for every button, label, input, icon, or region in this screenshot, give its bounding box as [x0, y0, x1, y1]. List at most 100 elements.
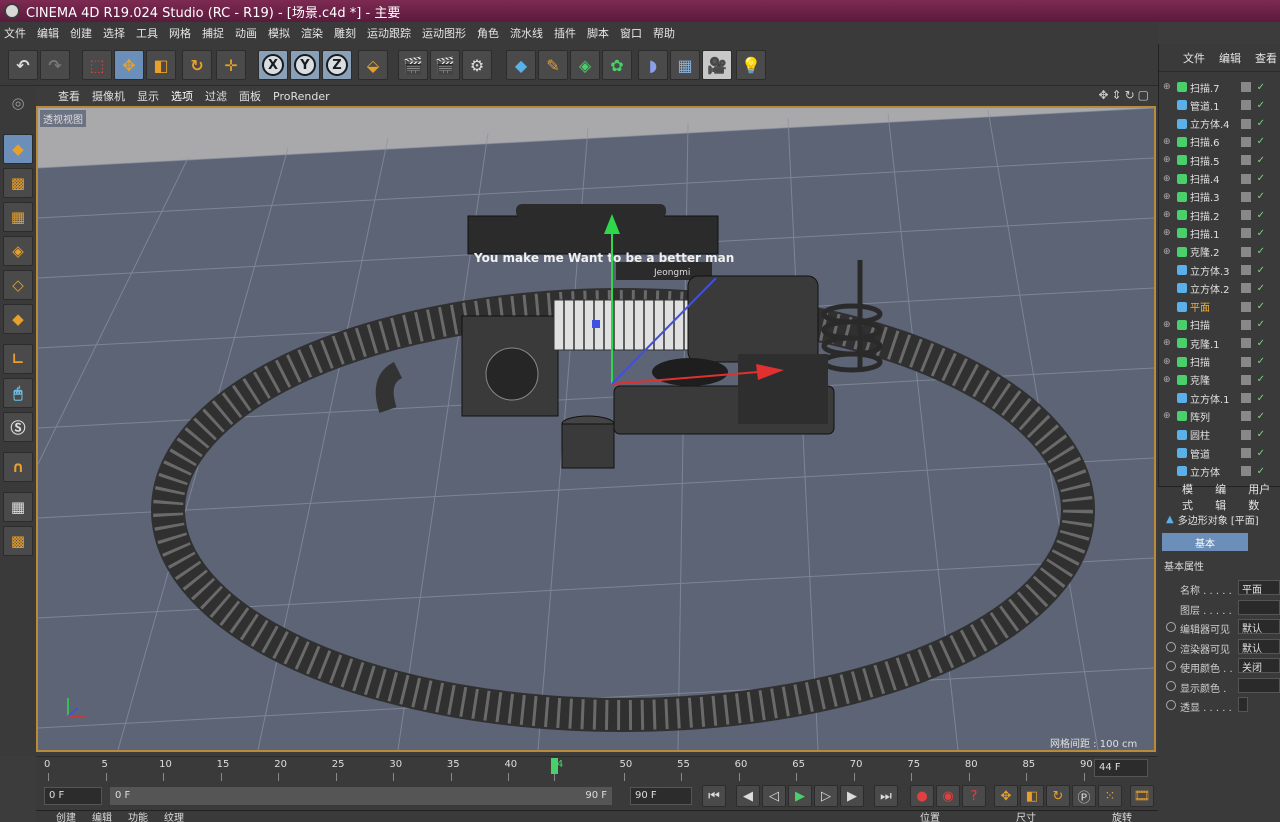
solo-mode-icon[interactable]: Ⓢ [3, 412, 33, 442]
layer-tag-icon[interactable] [1241, 466, 1251, 477]
current-frame-field[interactable]: 44 F [1094, 759, 1148, 777]
floor-icon[interactable]: ▦ [670, 50, 700, 80]
menu-edit[interactable]: 编辑 [37, 25, 59, 41]
enabled-check-icon[interactable]: ✓ [1257, 118, 1265, 129]
object-row-pipe[interactable]: 管道 ✓ [1159, 444, 1280, 462]
enabled-check-icon[interactable]: ✓ [1257, 265, 1265, 276]
enabled-check-icon[interactable]: ✓ [1257, 448, 1265, 459]
object-row-cube[interactable]: 立方体.1 ✓ [1159, 389, 1280, 407]
camera-icon[interactable]: 🎥 [702, 50, 732, 80]
animate-radio-icon[interactable] [1166, 661, 1176, 671]
live-selection-icon[interactable]: ⬚ [82, 50, 112, 80]
object-row-sweep[interactable]: ⊕ 扫描.3 ✓ [1159, 188, 1280, 206]
enabled-check-icon[interactable]: ✓ [1257, 356, 1265, 367]
layer-tag-icon[interactable] [1241, 191, 1251, 202]
layer-tag-icon[interactable] [1241, 118, 1251, 129]
viewport-menu-view[interactable]: 查看 [58, 88, 80, 104]
enabled-check-icon[interactable]: ✓ [1257, 374, 1265, 385]
y-axis-lock-button[interactable]: Y [290, 50, 320, 80]
undo-icon[interactable]: ↶ [8, 50, 38, 80]
subdivision-surface-icon[interactable]: ◈ [570, 50, 600, 80]
menu-create[interactable]: 创建 [70, 25, 92, 41]
layer-tag-icon[interactable] [1241, 228, 1251, 239]
keyframe-selection-icon[interactable]: ? [962, 785, 986, 807]
viewport-navigation-icons[interactable]: ✥⇕↻▢ [1098, 88, 1152, 102]
make-editable-icon[interactable]: ◆ [3, 134, 33, 164]
layer-tag-icon[interactable] [1241, 374, 1251, 385]
layer-tag-icon[interactable] [1241, 338, 1251, 349]
record-active-objects-icon[interactable]: ● [910, 785, 934, 807]
go-to-end-icon[interactable]: ⏭ [874, 785, 898, 807]
edges-mode-icon[interactable]: ◇ [3, 270, 33, 300]
menu-snap[interactable]: 捕捉 [202, 25, 224, 41]
menu-character[interactable]: 角色 [477, 25, 499, 41]
expand-toggle-icon[interactable]: ⊕ [1163, 320, 1173, 330]
attribute-value-field[interactable]: 默认 [1238, 638, 1280, 655]
object-row-sweep[interactable]: ⊕ 扫描 ✓ [1159, 316, 1280, 334]
object-row-array[interactable]: ⊕ 阵列 ✓ [1159, 407, 1280, 425]
perspective-viewport[interactable]: You make me Want to be a better man Jeon… [36, 106, 1156, 752]
layer-tag-icon[interactable] [1241, 173, 1251, 184]
next-frame-icon[interactable]: ▷ [814, 785, 838, 807]
attribute-value-field[interactable]: 平面 [1238, 580, 1280, 596]
texture-mode-icon[interactable]: ▩ [3, 168, 33, 198]
animate-radio-icon[interactable] [1166, 622, 1176, 632]
record-position-icon[interactable]: ✥ [994, 785, 1018, 807]
viewport-menu-cameras[interactable]: 摄像机 [92, 88, 125, 104]
object-row-cloner[interactable]: ⊕ 克隆.1 ✓ [1159, 334, 1280, 352]
workplane-lock-icon[interactable]: ▦ [3, 492, 33, 522]
om-tab-edit[interactable]: 编辑 [1219, 50, 1241, 66]
coordinate-system-icon[interactable]: ⬙ [358, 50, 388, 80]
menu-select[interactable]: 选择 [103, 25, 125, 41]
menu-sculpt[interactable]: 雕刻 [334, 25, 356, 41]
layer-tag-icon[interactable] [1241, 82, 1251, 92]
am-tab-userdata[interactable]: 用户数 [1248, 481, 1280, 513]
object-row-sweep[interactable]: ⊕ 扫描.5 ✓ [1159, 151, 1280, 169]
expand-toggle-icon[interactable]: ⊕ [1163, 247, 1173, 257]
enabled-check-icon[interactable]: ✓ [1257, 100, 1265, 111]
expand-toggle-icon[interactable]: ⊕ [1163, 357, 1173, 367]
workplane-icon[interactable]: ▦ [3, 202, 33, 232]
layer-tag-icon[interactable] [1241, 301, 1251, 312]
om-tab-file[interactable]: 文件 [1183, 50, 1205, 66]
enabled-check-icon[interactable]: ✓ [1257, 210, 1265, 221]
om-tab-view[interactable]: 查看 [1255, 50, 1277, 66]
enabled-check-icon[interactable]: ✓ [1257, 429, 1265, 440]
menu-mograph[interactable]: 运动图形 [422, 25, 466, 41]
autokeying-icon[interactable]: ◉ [936, 785, 960, 807]
next-key-icon[interactable]: ▶ [840, 785, 864, 807]
enabled-check-icon[interactable]: ✓ [1257, 228, 1265, 239]
layer-tag-icon[interactable] [1241, 155, 1251, 166]
current-frame-marker[interactable] [551, 758, 559, 774]
previous-key-icon[interactable]: ◀ [736, 785, 760, 807]
enabled-check-icon[interactable]: ✓ [1257, 319, 1265, 330]
move-icon[interactable]: ✥ [114, 50, 144, 80]
cube-primitive-icon[interactable]: ◆ [506, 50, 536, 80]
enabled-check-icon[interactable]: ✓ [1257, 411, 1265, 422]
redo-icon[interactable]: ↷ [40, 50, 70, 80]
timeline-window-icon[interactable]: 🎞 [1130, 785, 1154, 807]
object-row-plane[interactable]: 平面 ✓ [1159, 298, 1280, 316]
layer-tag-icon[interactable] [1241, 448, 1251, 458]
polygons-mode-icon[interactable]: ◆ [3, 304, 33, 334]
object-row-sweep[interactable]: ⊕ 扫描 ✓ [1159, 353, 1280, 371]
object-row-sweep[interactable]: ⊕ 扫描.6 ✓ [1159, 133, 1280, 151]
recent-tool-icon[interactable]: ✛ [216, 50, 246, 80]
menu-tools[interactable]: 工具 [136, 25, 158, 41]
attribute-value-field[interactable]: 关闭 [1238, 658, 1280, 674]
layer-tag-icon[interactable] [1241, 319, 1251, 330]
expand-toggle-icon[interactable]: ⊕ [1163, 192, 1173, 202]
viewport-menu-prorender[interactable]: ProRender [273, 90, 330, 103]
previous-frame-icon[interactable]: ◁ [762, 785, 786, 807]
am-tab-mode[interactable]: 模式 [1182, 481, 1203, 513]
record-rotation-icon[interactable]: ↻ [1046, 785, 1070, 807]
x-axis-lock-button[interactable]: X [258, 50, 288, 80]
pen-spline-icon[interactable]: ✎ [538, 50, 568, 80]
object-row-cube[interactable]: 立方体 ✓ [1159, 462, 1280, 480]
layer-tag-icon[interactable] [1241, 283, 1251, 294]
menu-window[interactable]: 窗口 [620, 25, 642, 41]
menu-simulate[interactable]: 模拟 [268, 25, 290, 41]
expand-toggle-icon[interactable]: ⊕ [1163, 137, 1173, 147]
cloner-icon[interactable]: ✿ [602, 50, 632, 80]
object-row-cube[interactable]: 立方体.4 ✓ [1159, 115, 1280, 133]
